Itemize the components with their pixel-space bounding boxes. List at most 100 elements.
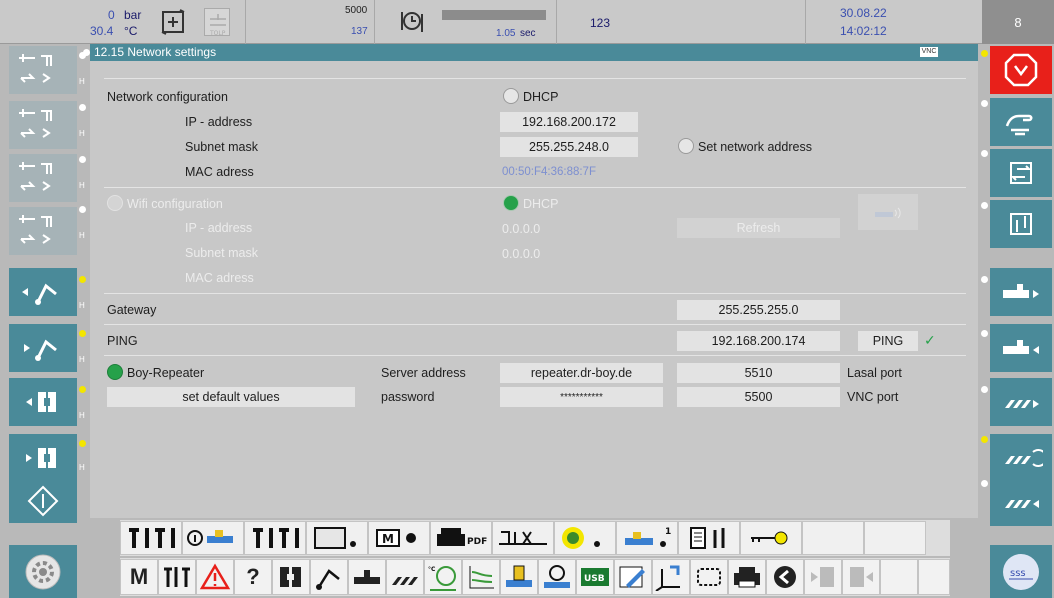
password-label: password bbox=[381, 390, 435, 404]
standby-button[interactable]: sss bbox=[990, 545, 1052, 598]
wifi-ip-address-value: 0.0.0.0 bbox=[502, 222, 541, 236]
tool-edit-icon[interactable] bbox=[614, 559, 652, 595]
tool-ejector-icon[interactable] bbox=[310, 559, 348, 595]
tool-screen-settings-icon[interactable] bbox=[306, 521, 368, 555]
tool-mould-settings-icon[interactable]: M bbox=[368, 521, 430, 555]
injection-forward-button[interactable] bbox=[990, 324, 1052, 372]
tool-dosing-icon[interactable] bbox=[500, 559, 538, 595]
cycle-time-unit: sec bbox=[520, 28, 536, 39]
tool-usb-icon[interactable]: USB bbox=[576, 559, 614, 595]
ping-button[interactable]: PING bbox=[858, 331, 918, 351]
tool-empty-slot-4[interactable] bbox=[918, 559, 950, 595]
vnc-port-field[interactable]: 5500 bbox=[677, 387, 840, 407]
tool-print-pdf-icon[interactable]: PDF bbox=[430, 521, 492, 555]
settings-gear-button[interactable] bbox=[9, 545, 77, 598]
tool-page-forward-icon[interactable] bbox=[842, 559, 880, 595]
ping-address-field[interactable]: 192.168.200.174 bbox=[677, 331, 840, 351]
password-field[interactable]: *********** bbox=[500, 387, 663, 407]
tool-axis-icon[interactable] bbox=[652, 559, 690, 595]
wifi-subnet-mask-value: 0.0.0.0 bbox=[502, 247, 541, 261]
usb-label: USB bbox=[584, 574, 605, 584]
hand-mode-icon: H bbox=[79, 411, 85, 420]
manual-mode-button[interactable] bbox=[990, 98, 1052, 146]
tool-empty-slot-1[interactable] bbox=[802, 521, 864, 555]
tool-temperature-icon[interactable]: °C bbox=[424, 559, 462, 595]
tolerance-icon[interactable]: TOLP bbox=[204, 8, 230, 37]
mould-close-button[interactable] bbox=[9, 434, 77, 482]
core-b-out-button[interactable] bbox=[9, 207, 77, 255]
set-default-values-button[interactable]: set default values bbox=[107, 387, 355, 407]
semi-auto-button[interactable] bbox=[990, 149, 1052, 197]
pressure-unit: bar bbox=[124, 8, 142, 22]
refresh-button[interactable]: Refresh bbox=[677, 218, 840, 238]
tool-setup-icon[interactable] bbox=[244, 521, 306, 555]
tool-back-icon[interactable] bbox=[766, 559, 804, 595]
tool-alarm-warning-icon[interactable] bbox=[196, 559, 234, 595]
tool-info-machine-icon[interactable] bbox=[182, 521, 244, 555]
tool-pressure-graph-icon[interactable] bbox=[538, 559, 576, 595]
divider bbox=[104, 78, 966, 79]
screw-back-button[interactable] bbox=[990, 378, 1052, 426]
indicator-dot bbox=[981, 100, 988, 107]
tool-tools2-icon[interactable] bbox=[158, 559, 196, 595]
status-bar: 0 bar 30.4 °C TOLP 5000 137 1.05 sec 123… bbox=[0, 0, 1054, 44]
tool-empty-slot-3[interactable] bbox=[880, 559, 918, 595]
tool-page-back-icon[interactable] bbox=[804, 559, 842, 595]
server-address-field[interactable]: repeater.dr-boy.de bbox=[500, 363, 663, 383]
injection-back-button[interactable] bbox=[990, 268, 1052, 316]
mac-address-label: MAC adress bbox=[185, 165, 254, 179]
wifi-configuration-checkbox[interactable] bbox=[107, 195, 123, 211]
tool-io-icon[interactable] bbox=[492, 521, 554, 555]
indicator-dot bbox=[981, 276, 988, 283]
mould-open-button[interactable] bbox=[9, 378, 77, 426]
hand-mode-icon: H bbox=[79, 129, 85, 138]
core-a-out-button[interactable] bbox=[9, 101, 77, 149]
tool-tools-icon[interactable] bbox=[120, 521, 182, 555]
tool-mould-icon[interactable] bbox=[272, 559, 310, 595]
indicator-dot-active bbox=[79, 386, 86, 393]
temperature-unit: °C bbox=[124, 24, 138, 38]
tool-empty-slot-2[interactable] bbox=[864, 521, 926, 555]
tool-cycle-sequence-icon[interactable] bbox=[690, 559, 728, 595]
gateway-field[interactable]: 255.255.255.0 bbox=[677, 300, 840, 320]
title-indicator-dot bbox=[83, 49, 90, 56]
dhcp-checkbox[interactable] bbox=[503, 88, 519, 104]
wifi-scan-button[interactable] bbox=[858, 194, 918, 230]
tool-temperature-graph-icon[interactable] bbox=[462, 559, 500, 595]
tool-printer-icon[interactable] bbox=[728, 559, 766, 595]
core-a-in-button[interactable] bbox=[9, 46, 77, 94]
page-title-bar: 12.15 Network settings VNC bbox=[90, 44, 978, 61]
pressure-value: 0 bbox=[108, 8, 115, 22]
full-auto-button[interactable] bbox=[990, 200, 1052, 248]
tool-machine-settings-icon[interactable]: 1 bbox=[616, 521, 678, 555]
alarm-count[interactable]: 8 bbox=[982, 0, 1054, 44]
tool-injection-icon[interactable] bbox=[348, 559, 386, 595]
time: 14:02:12 bbox=[840, 24, 887, 38]
boy-repeater-checkbox[interactable] bbox=[107, 364, 123, 380]
lasal-port-field[interactable]: 5510 bbox=[677, 363, 840, 383]
indicator-dot-active bbox=[79, 276, 86, 283]
wifi-mac-address-label: MAC adress bbox=[185, 271, 254, 285]
tool-m-button[interactable]: M bbox=[120, 559, 158, 595]
screw-forward-button[interactable] bbox=[990, 478, 1052, 526]
cycle-progress-bar bbox=[442, 10, 546, 20]
start-button[interactable] bbox=[9, 479, 77, 523]
date: 30.08.22 bbox=[840, 6, 887, 20]
ip-address-field[interactable]: 192.168.200.172 bbox=[500, 112, 638, 132]
mould-cycle-icon[interactable] bbox=[160, 8, 186, 36]
set-network-address-checkbox[interactable] bbox=[678, 138, 694, 154]
tool-key-icon[interactable] bbox=[740, 521, 802, 555]
screw-rotate-button[interactable] bbox=[990, 434, 1052, 482]
core-b-in-button[interactable] bbox=[9, 154, 77, 202]
wifi-dhcp-checkbox[interactable] bbox=[503, 195, 519, 211]
ejector-forward-button[interactable] bbox=[9, 324, 77, 372]
subnet-mask-field[interactable]: 255.255.248.0 bbox=[500, 137, 638, 157]
emergency-stop-button[interactable] bbox=[990, 46, 1052, 94]
tool-protocol-icon[interactable] bbox=[678, 521, 740, 555]
lasal-port-label: Lasal port bbox=[847, 366, 902, 380]
indicator-dot bbox=[79, 156, 86, 163]
tool-robot-settings-icon[interactable] bbox=[554, 521, 616, 555]
ejector-back-button[interactable] bbox=[9, 268, 77, 316]
tool-help-button[interactable]: ? bbox=[234, 559, 272, 595]
tool-screw-icon[interactable] bbox=[386, 559, 424, 595]
